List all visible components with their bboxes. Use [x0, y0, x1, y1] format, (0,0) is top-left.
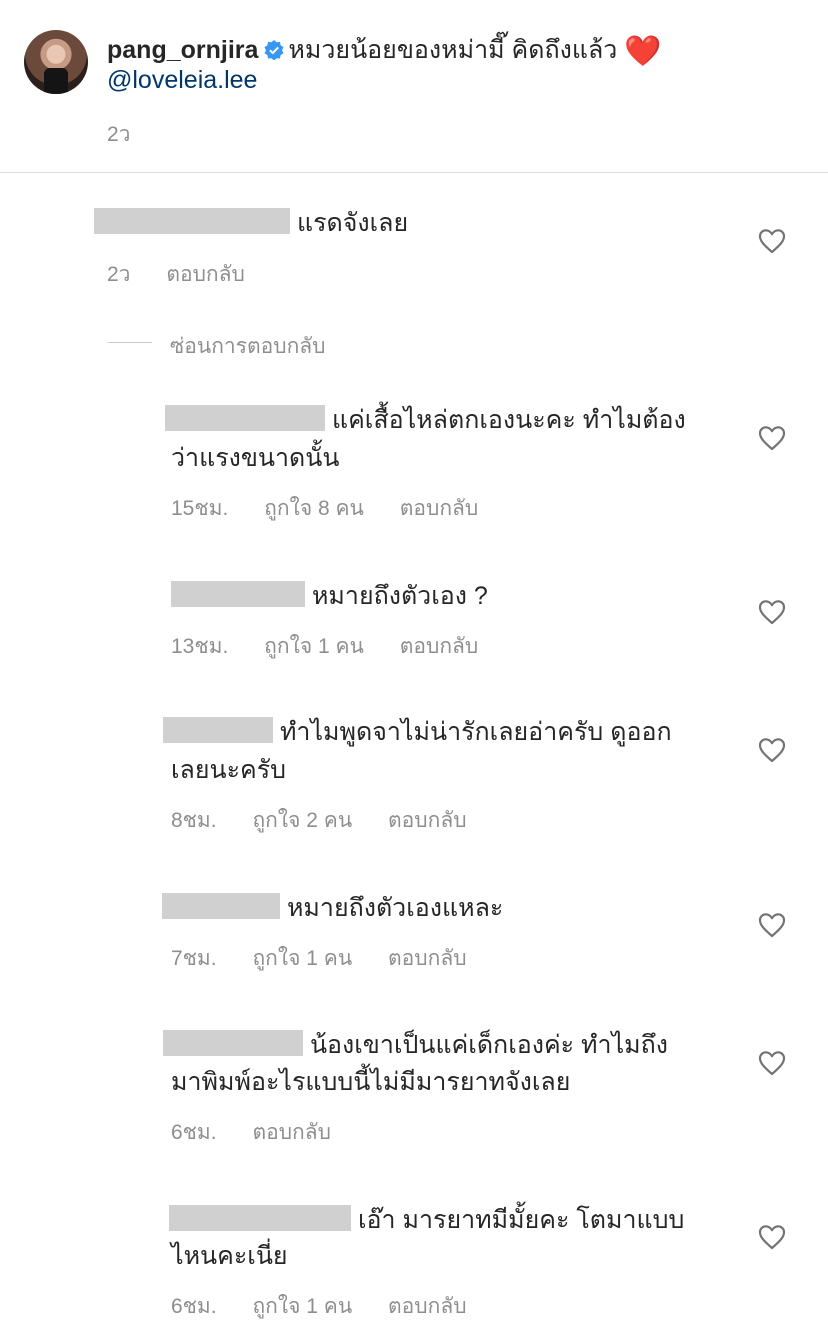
divider: [0, 172, 828, 173]
comment-text-line1: แค่เสื้อไหล่ตกเองนะคะ ทำไมต้อง: [331, 406, 686, 434]
redacted-username: [94, 208, 290, 234]
caption-timestamp: 2ว: [107, 123, 131, 146]
red-heart-emoji: ❤️: [624, 35, 662, 68]
heart-outline-icon[interactable]: [758, 737, 786, 763]
reply-button[interactable]: ตอบกลับ: [400, 635, 479, 658]
comment-text: หมายถึงตัวเอง ?: [311, 582, 488, 610]
caption-text: หมวยน้อยของหม่ามี๊ คิดถึงแล้ว: [288, 36, 618, 64]
comment-text: หมายถึงตัวเองแหละ: [286, 894, 504, 922]
redacted-username: [169, 1205, 351, 1231]
hide-replies-button[interactable]: ซ่อนการตอบกลับ: [170, 330, 326, 363]
redacted-username: [162, 893, 280, 919]
comment-time: 8ชม.: [171, 809, 217, 832]
comment-text-line1: น้องเขาเป็นแค่เด็กเองค่ะ ทำไมถึง: [309, 1031, 668, 1059]
comment-time: 13ชม.: [171, 635, 229, 658]
comment-time: 6ชม.: [171, 1121, 217, 1144]
heart-outline-icon[interactable]: [758, 425, 786, 451]
heart-outline-icon[interactable]: [758, 228, 786, 254]
reply-button[interactable]: ตอบกลับ: [252, 1121, 331, 1144]
redacted-username: [163, 1030, 303, 1056]
heart-outline-icon[interactable]: [758, 1224, 786, 1250]
caption-line: pang_ornjira หมวยน้อยของหม่ามี๊ คิดถึงแล้…: [107, 32, 662, 70]
redacted-username: [165, 405, 325, 431]
like-count[interactable]: ถูกใจ 8 คน: [264, 497, 364, 520]
comment-time: 6ชม.: [171, 1295, 217, 1318]
like-count[interactable]: ถูกใจ 1 คน: [252, 947, 352, 970]
comment-time: 15ชม.: [171, 497, 229, 520]
reply-button[interactable]: ตอบกลับ: [388, 947, 467, 970]
reply-button[interactable]: ตอบกลับ: [388, 809, 467, 832]
redacted-username: [163, 717, 273, 743]
avatar[interactable]: [24, 30, 88, 94]
comment-time: 7ชม.: [171, 947, 217, 970]
heart-outline-icon[interactable]: [758, 1050, 786, 1076]
comment-text-line1: ทำไมพูดจาไม่น่ารักเลยอ่าครับ ดูออก: [279, 718, 672, 746]
hide-replies-line: [108, 342, 152, 343]
heart-outline-icon[interactable]: [758, 599, 786, 625]
comment-text: แรดจังเลย: [296, 209, 409, 237]
comment-text-line2: ไหนคะเนี่ย: [171, 1242, 288, 1270]
like-count[interactable]: ถูกใจ 1 คน: [264, 635, 364, 658]
post-caption: pang_ornjira หมวยน้อยของหม่ามี๊ คิดถึงแล้…: [0, 0, 828, 172]
like-count[interactable]: ถูกใจ 1 คน: [252, 1295, 352, 1318]
comment-text-line2: มาพิมพ์อะไรแบบนี้ไม่มีมารยาทจังเลย: [171, 1068, 571, 1096]
reply-button[interactable]: ตอบกลับ: [166, 263, 245, 286]
reply-button[interactable]: ตอบกลับ: [400, 497, 479, 520]
comment-text-line2: ว่าแรงขนาดนั้น: [171, 444, 340, 472]
redacted-username: [171, 581, 305, 607]
verified-badge-icon: [264, 40, 284, 60]
comment-time: 2ว: [107, 263, 131, 286]
heart-outline-icon[interactable]: [758, 912, 786, 938]
reply-button[interactable]: ตอบกลับ: [388, 1295, 467, 1318]
like-count[interactable]: ถูกใจ 2 คน: [252, 809, 352, 832]
caption-mention-link[interactable]: @loveleia.lee: [107, 66, 257, 95]
comment-text-line1: เอ๊า มารยาทมีมั้ยคะ โตมาแบบ: [357, 1206, 685, 1234]
comment-text-line2: เลยนะครับ: [171, 756, 287, 784]
caption-username[interactable]: pang_ornjira: [107, 36, 258, 64]
